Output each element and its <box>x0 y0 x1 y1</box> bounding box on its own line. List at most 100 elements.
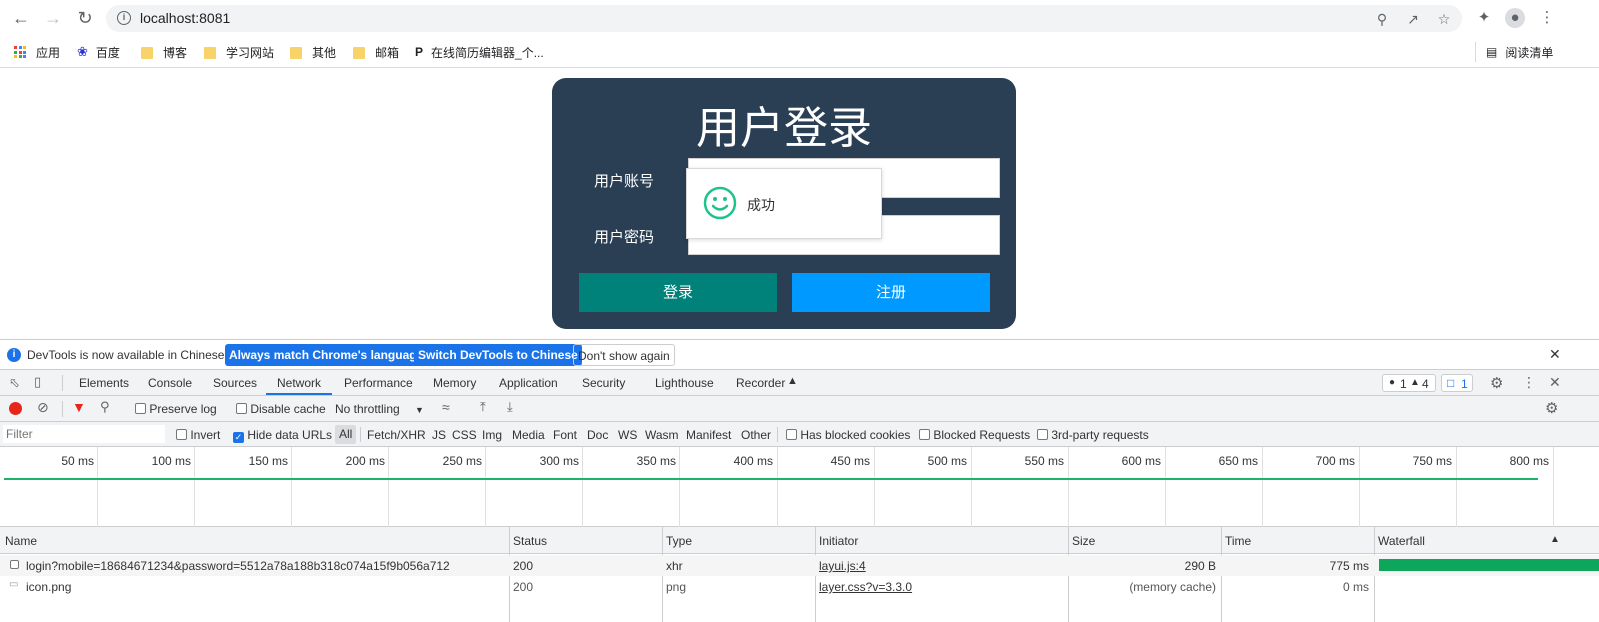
type-filter-other[interactable]: Other <box>741 428 771 442</box>
forward-arrow-icon[interactable]: → <box>41 6 65 30</box>
close-infobar-icon[interactable]: ✕ <box>1549 346 1561 363</box>
table-row[interactable]: ▭ icon.png 200 png layer.css?v=3.3.0 (me… <box>0 576 1599 597</box>
column-header-waterfall[interactable]: Waterfall <box>1378 534 1425 548</box>
type-filter-css[interactable]: CSS <box>452 428 477 442</box>
browser-toolbar: ← → ↻ i localhost:8081 ⚲ ↗ ☆ ✦ ● ⋮ <box>0 0 1599 36</box>
inspect-element-icon[interactable]: ⬁ <box>9 375 20 391</box>
dont-show-again-button[interactable]: Don't show again <box>573 344 675 366</box>
reading-list-icon: ▤ <box>1486 45 1498 59</box>
tab-lighthouse[interactable]: Lighthouse <box>655 376 714 390</box>
zoom-icon[interactable]: ⚲ <box>1374 11 1390 27</box>
issues-counter[interactable]: ● 1 ▲ 4 <box>1382 374 1436 392</box>
column-header-type[interactable]: Type <box>666 534 692 548</box>
export-har-icon[interactable]: ⤓ <box>507 399 513 415</box>
register-button[interactable]: 注册 <box>792 273 990 312</box>
bookmark-star-icon[interactable]: ☆ <box>1436 11 1452 27</box>
tab-recorder[interactable]: Recorder <box>736 376 785 390</box>
type-filter-js[interactable]: JS <box>432 428 446 442</box>
tab-console[interactable]: Console <box>148 376 192 390</box>
image-file-icon: ▭ <box>9 579 19 590</box>
bookmark-folder-mail[interactable]: 邮箱 <box>353 44 399 60</box>
type-filter-all[interactable]: All <box>335 425 357 444</box>
login-button[interactable]: 登录 <box>579 273 777 312</box>
column-header-size[interactable]: Size <box>1072 534 1095 548</box>
bookmark-folder-study[interactable]: 学习网站 <box>204 44 274 60</box>
type-filter-ws[interactable]: WS <box>618 428 637 442</box>
clear-icon[interactable]: ⊘ <box>37 399 49 416</box>
tab-memory[interactable]: Memory <box>433 376 476 390</box>
network-conditions-icon[interactable]: ≈ <box>442 399 450 415</box>
type-filter-fetch-xhr[interactable]: Fetch/XHR <box>367 428 426 442</box>
page-title: 用户登录 <box>696 104 872 153</box>
type-filter-doc[interactable]: Doc <box>587 428 608 442</box>
reload-icon[interactable]: ↻ <box>73 6 97 30</box>
settings-gear-icon[interactable]: ⚙ <box>1490 374 1503 392</box>
profile-avatar-icon[interactable]: ● <box>1505 8 1525 28</box>
timeline-tick-label: 700 ms <box>1315 454 1355 468</box>
sort-ascending-icon[interactable]: ▲ <box>1550 534 1560 545</box>
type-filter-manifest[interactable]: Manifest <box>686 428 731 442</box>
column-header-initiator[interactable]: Initiator <box>819 534 858 548</box>
bookmark-resume-editor[interactable]: P 在线简历编辑器_个... <box>415 44 544 60</box>
reading-list-button[interactable]: ▤ 阅读清单 <box>1486 44 1553 60</box>
folder-icon <box>353 47 365 59</box>
column-header-time[interactable]: Time <box>1225 534 1251 548</box>
network-overview-timeline[interactable]: 50 ms 100 ms 150 ms 200 ms 250 ms 300 ms… <box>0 447 1599 527</box>
blocked-requests-checkbox[interactable]: Blocked Requests <box>919 428 1030 442</box>
throttling-select[interactable]: No throttling ▼ <box>335 402 424 416</box>
tab-application[interactable]: Application <box>499 376 558 390</box>
preserve-log-checkbox[interactable]: Preserve log <box>135 402 217 416</box>
timeline-gridline <box>485 447 486 527</box>
share-icon[interactable]: ↗ <box>1405 11 1421 27</box>
tab-sources[interactable]: Sources <box>213 376 257 390</box>
disable-cache-checkbox[interactable]: Disable cache <box>236 402 326 416</box>
tab-security[interactable]: Security <box>582 376 625 390</box>
back-arrow-icon[interactable]: ← <box>9 6 33 30</box>
switch-to-chinese-button[interactable]: Switch DevTools to Chinese <box>414 344 582 366</box>
request-initiator-link[interactable]: layui.js:4 <box>819 559 866 573</box>
bookmark-apps[interactable]: 应用 <box>14 44 60 60</box>
blocked-cookies-checkbox[interactable]: Has blocked cookies <box>786 428 910 442</box>
column-header-status[interactable]: Status <box>513 534 547 548</box>
import-har-icon[interactable]: ⤒ <box>480 399 486 415</box>
preserve-log-label: Preserve log <box>149 402 217 416</box>
bookmark-label: 博客 <box>163 45 188 60</box>
type-filter-font[interactable]: Font <box>553 428 577 442</box>
invert-checkbox[interactable]: Invert <box>176 428 220 442</box>
type-filter-media[interactable]: Media <box>512 428 545 442</box>
close-devtools-icon[interactable]: ✕ <box>1549 374 1561 391</box>
bookmark-folder-other[interactable]: 其他 <box>290 44 336 60</box>
request-initiator-link[interactable]: layer.css?v=3.3.0 <box>819 580 912 594</box>
browser-menu-icon[interactable]: ⋮ <box>1537 8 1557 28</box>
address-bar[interactable]: i localhost:8081 ⚲ ↗ ☆ <box>106 5 1462 32</box>
timeline-tick-label: 550 ms <box>1024 454 1064 468</box>
hide-data-urls-checkbox[interactable]: ✓ Hide data URLs <box>233 428 332 443</box>
timeline-tick-label: 800 ms <box>1509 454 1549 468</box>
column-header-name[interactable]: Name <box>5 534 37 548</box>
smile-icon <box>703 186 737 220</box>
filter-funnel-icon[interactable]: ▼ <box>72 399 86 415</box>
always-match-language-button[interactable]: Always match Chrome's language <box>225 344 428 366</box>
messages-counter[interactable]: □ 1 <box>1441 374 1473 392</box>
tab-network[interactable]: Network <box>277 376 321 390</box>
warning-triangle-icon: ▲ <box>1410 377 1420 388</box>
type-filter-wasm[interactable]: Wasm <box>645 428 679 442</box>
third-party-checkbox[interactable]: 3rd-party requests <box>1037 428 1149 442</box>
password-label: 用户密码 <box>594 229 655 246</box>
type-filter-img[interactable]: Img <box>482 428 502 442</box>
bookmark-folder-blog[interactable]: 博客 <box>141 44 187 60</box>
table-row[interactable]: login?mobile=18684671234&password=5512a7… <box>0 555 1599 576</box>
bookmark-baidu[interactable]: ❀ 百度 <box>77 44 120 60</box>
address-url[interactable]: localhost:8081 <box>140 10 230 26</box>
network-settings-gear-icon[interactable]: ⚙ <box>1545 399 1558 417</box>
tab-elements[interactable]: Elements <box>79 376 129 390</box>
record-icon[interactable] <box>9 402 22 415</box>
search-icon[interactable]: ⚲ <box>100 399 110 415</box>
device-toolbar-icon[interactable]: ▯ <box>34 374 41 390</box>
tab-performance[interactable]: Performance <box>344 376 413 390</box>
bookmark-label: 应用 <box>36 45 61 60</box>
devtools-menu-icon[interactable]: ⋮ <box>1522 374 1536 391</box>
filter-input[interactable] <box>3 425 165 443</box>
extensions-puzzle-icon[interactable]: ✦ <box>1474 8 1494 28</box>
site-info-icon[interactable]: i <box>117 11 131 25</box>
